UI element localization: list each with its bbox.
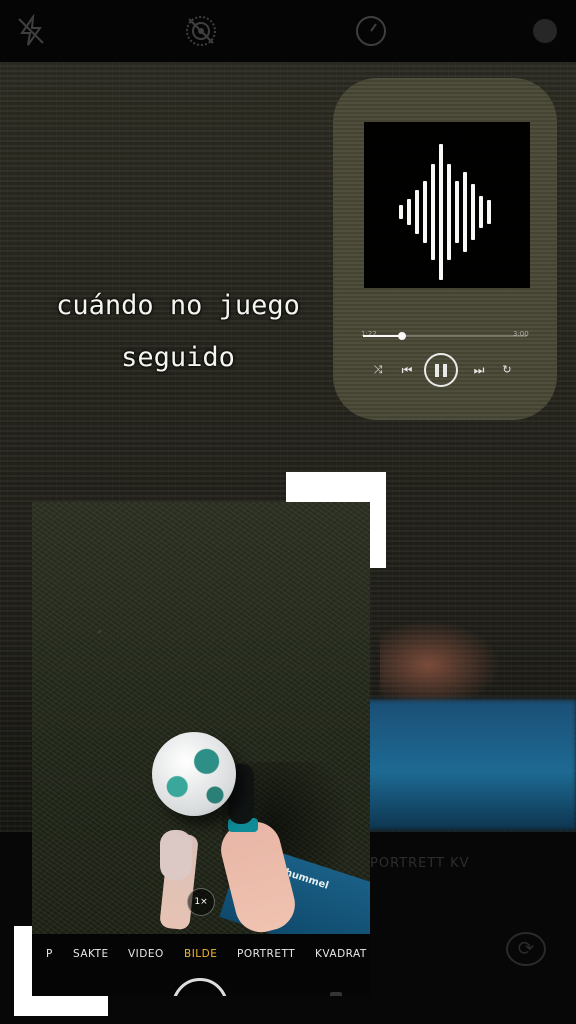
mode-sakte[interactable]: SAKTE bbox=[73, 948, 109, 960]
flash-off-icon[interactable] bbox=[14, 14, 48, 48]
live-photo-icon[interactable] bbox=[184, 14, 218, 48]
soundwave-bar bbox=[463, 172, 467, 252]
pause-icon-bar-left bbox=[435, 364, 439, 377]
background-switch-camera-icon: ⟳ bbox=[506, 932, 546, 966]
previous-icon[interactable]: ⏮ bbox=[395, 358, 419, 382]
soundwave-bar bbox=[447, 164, 451, 260]
mode-p[interactable]: P bbox=[46, 948, 53, 960]
camera-top-bar bbox=[0, 0, 576, 62]
soundwave-bar bbox=[423, 181, 427, 243]
camera-mode-bar: P SAKTE VIDEO BILDE PORTRETT KVADRAT bbox=[32, 934, 370, 974]
camera-viewfinder-photo: hummel 1× bbox=[32, 502, 370, 934]
zoom-button[interactable]: 1× bbox=[187, 888, 215, 916]
caption-line-2: seguido bbox=[121, 342, 235, 373]
soccer-ball bbox=[152, 732, 236, 816]
shutter-button[interactable] bbox=[172, 978, 228, 996]
soundwave-bar bbox=[431, 164, 435, 260]
shuffle-icon[interactable]: ⤨ bbox=[366, 358, 390, 382]
soundwave-bar bbox=[487, 200, 491, 224]
progress-fill bbox=[363, 335, 403, 337]
caption-line-1: cuándo no juego bbox=[56, 290, 300, 321]
soundwave-bar bbox=[455, 181, 459, 243]
camera-switch-icon[interactable] bbox=[528, 14, 562, 48]
mode-video[interactable]: VIDEO bbox=[128, 948, 164, 960]
soundwave-bar bbox=[471, 184, 475, 240]
soundwave-bar bbox=[399, 205, 403, 219]
next-icon[interactable]: ⏭ bbox=[467, 358, 491, 382]
mode-portrett[interactable]: PORTRETT bbox=[237, 948, 295, 960]
player-left-shoe bbox=[160, 830, 192, 880]
background-blur-skin bbox=[380, 620, 500, 710]
soundwave-bar bbox=[439, 144, 443, 280]
album-artwork bbox=[364, 122, 530, 288]
caption: cuándo no juego seguido bbox=[18, 280, 338, 384]
mode-bilde[interactable]: BILDE bbox=[184, 948, 217, 960]
mode-kvadrat[interactable]: KVADRAT bbox=[315, 948, 367, 960]
pause-button[interactable] bbox=[424, 353, 458, 387]
photo-thumbnail[interactable] bbox=[330, 992, 342, 996]
soundwave-bar bbox=[415, 190, 419, 234]
background-blur-shorts bbox=[360, 700, 576, 830]
repeat-icon[interactable]: ↻ bbox=[495, 358, 519, 382]
background-mode-labels: PORTRETT KV bbox=[370, 856, 470, 871]
soundwave-bar bbox=[479, 196, 483, 228]
pause-icon-bar-right bbox=[443, 364, 447, 377]
shutter-strip bbox=[32, 974, 370, 996]
music-player-widget[interactable]: 1:22 3:00 ⤨ ⏮ ⏭ ↻ bbox=[333, 78, 557, 420]
soundwave-bar bbox=[407, 199, 411, 225]
progress-slider[interactable] bbox=[363, 332, 527, 340]
progress-knob[interactable] bbox=[398, 332, 407, 340]
timer-icon[interactable] bbox=[354, 14, 388, 48]
